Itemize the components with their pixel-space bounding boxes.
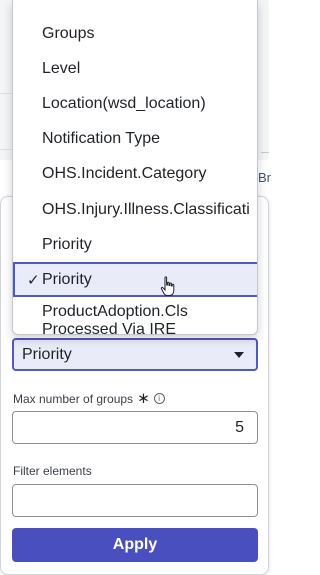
required-icon: ∗ — [137, 390, 150, 407]
filter-elements-label: Filter elements — [13, 464, 92, 478]
option-label: Priority — [42, 235, 92, 253]
option-label: OHS.Injury.Illness.Classificati — [42, 200, 250, 218]
option-label: Level — [42, 59, 81, 77]
filter-elements-input[interactable] — [12, 484, 258, 517]
filter-elements-label-text: Filter elements — [13, 464, 92, 478]
max-groups-value: 5 — [235, 418, 244, 436]
apply-button[interactable]: Apply — [12, 528, 258, 562]
hand-pointer-icon — [160, 276, 175, 296]
background-partial-label: Br — [258, 170, 271, 185]
option-label: OHS.Incident.Category — [42, 164, 207, 182]
group-by-dropdown-list[interactable]: Groups Level Location(wsd_location) Noti… — [12, 0, 258, 335]
caret-down-icon — [234, 351, 244, 358]
dropdown-option[interactable]: OHS.Injury.Illness.Classificati — [13, 192, 257, 227]
dropdown-option[interactable]: Priority — [13, 227, 257, 262]
option-label: Notification Type — [42, 129, 160, 147]
option-label: ProductAdoption.Cls Processed Via IRE — [42, 303, 188, 335]
max-groups-label: Max number of groups ∗ i — [13, 391, 165, 406]
select-value: Priority — [22, 345, 72, 363]
option-label: Priority — [42, 270, 92, 288]
info-icon[interactable]: i — [153, 393, 165, 404]
option-label: Groups — [42, 24, 95, 42]
max-groups-input[interactable]: 5 — [12, 411, 258, 444]
dropdown-option[interactable]: Groups — [13, 16, 257, 51]
check-icon: ✓ — [27, 272, 40, 289]
max-groups-label-text: Max number of groups — [13, 391, 134, 406]
divider — [261, 152, 269, 153]
dropdown-option[interactable]: Level — [13, 51, 257, 86]
dropdown-option[interactable]: Location(wsd_location) — [13, 86, 257, 121]
dropdown-option[interactable]: Notification Type — [13, 121, 257, 156]
dropdown-option-selected[interactable]: ✓ Priority — [13, 262, 257, 297]
group-by-select[interactable]: Priority — [12, 338, 258, 371]
dropdown-option[interactable]: ProductAdoption.Cls Processed Via IRE — [13, 300, 257, 335]
dropdown-option[interactable]: OHS.Incident.Category — [13, 156, 257, 191]
option-label: Location(wsd_location) — [42, 94, 206, 112]
